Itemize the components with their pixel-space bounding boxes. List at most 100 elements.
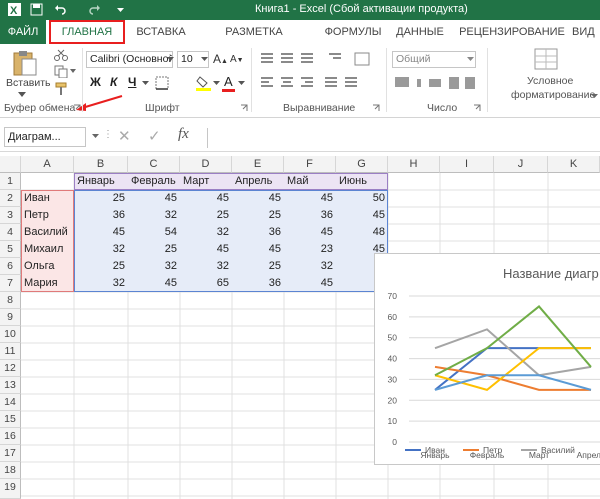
font-color-icon[interactable]: A xyxy=(224,74,233,89)
tab-formulas[interactable]: ФОРМУЛЫ xyxy=(320,20,386,44)
name-box-dropdown-icon[interactable] xyxy=(92,134,99,138)
row-header[interactable]: 7 xyxy=(0,275,21,292)
row-header[interactable]: 13 xyxy=(0,377,21,394)
tab-insert[interactable]: ВСТАВКА xyxy=(128,20,194,44)
table-value-cell[interactable]: 48 xyxy=(336,224,388,241)
conditional-formatting-label-2[interactable]: форматирование xyxy=(511,89,595,101)
table-value-cell[interactable]: 25 xyxy=(128,241,180,258)
table-value-cell[interactable]: 45 xyxy=(284,190,336,207)
table-header-cell[interactable]: Май xyxy=(284,173,336,190)
table-value-cell[interactable]: 45 xyxy=(128,275,180,292)
confirm-entry-icon[interactable]: ✓ xyxy=(148,127,161,145)
alignment-buttons-icon[interactable] xyxy=(259,51,379,97)
row-header[interactable]: 12 xyxy=(0,360,21,377)
row-header[interactable]: 6 xyxy=(0,258,21,275)
table-value-cell[interactable]: 45 xyxy=(232,241,284,258)
column-header-e[interactable]: E xyxy=(232,156,284,173)
table-name-cell[interactable]: Василий xyxy=(21,224,74,241)
number-launcher-icon[interactable] xyxy=(473,104,481,112)
underline-dropdown-icon[interactable] xyxy=(142,81,149,85)
table-value-cell[interactable]: 32 xyxy=(180,224,232,241)
row-header[interactable]: 16 xyxy=(0,428,21,445)
bold-button[interactable]: Ж xyxy=(90,75,101,89)
table-header-cell[interactable]: Апрель xyxy=(232,173,284,190)
table-value-cell[interactable]: 45 xyxy=(232,190,284,207)
number-format-select[interactable]: Общий xyxy=(392,51,476,68)
conditional-dropdown-icon[interactable] xyxy=(591,94,598,98)
table-value-cell[interactable]: 32 xyxy=(284,258,336,275)
format-painter-icon[interactable] xyxy=(54,82,68,95)
table-value-cell[interactable]: 54 xyxy=(128,224,180,241)
conditional-formatting-icon[interactable] xyxy=(533,47,561,73)
table-value-cell[interactable]: 45 xyxy=(74,224,128,241)
table-value-cell[interactable]: 36 xyxy=(232,275,284,292)
table-value-cell[interactable]: 23 xyxy=(284,241,336,258)
table-value-cell[interactable]: 25 xyxy=(232,258,284,275)
tab-file[interactable]: ФАЙЛ xyxy=(0,20,46,44)
row-header[interactable]: 18 xyxy=(0,462,21,479)
table-header-cell[interactable]: Июнь xyxy=(336,173,388,190)
table-value-cell[interactable]: 36 xyxy=(74,207,128,224)
row-header[interactable]: 10 xyxy=(0,326,21,343)
italic-button[interactable]: К xyxy=(110,75,117,89)
row-header[interactable]: 11 xyxy=(0,343,21,360)
underline-button[interactable]: Ч xyxy=(128,75,136,89)
row-header[interactable]: 5 xyxy=(0,241,21,258)
font-color-dropdown-icon[interactable] xyxy=(238,81,245,85)
row-header[interactable]: 9 xyxy=(0,309,21,326)
table-name-cell[interactable]: Иван xyxy=(21,190,74,207)
table-value-cell[interactable]: 25 xyxy=(74,258,128,275)
table-name-cell[interactable]: Петр xyxy=(21,207,74,224)
fill-color-icon[interactable] xyxy=(196,75,212,91)
row-header[interactable]: 15 xyxy=(0,411,21,428)
table-value-cell[interactable]: 25 xyxy=(180,207,232,224)
paste-icon[interactable] xyxy=(10,50,38,76)
save-icon[interactable] xyxy=(30,3,43,16)
paste-label[interactable]: Вставить xyxy=(6,77,51,89)
chart-title[interactable]: Название диагр xyxy=(503,266,599,281)
table-value-cell[interactable]: 45 xyxy=(336,207,388,224)
table-header-cell[interactable]: Февраль xyxy=(128,173,180,190)
decrease-font-size-icon[interactable]: A▼ xyxy=(230,54,244,65)
table-value-cell[interactable]: 45 xyxy=(284,224,336,241)
formula-input[interactable] xyxy=(207,128,600,148)
font-name-dropdown-icon[interactable] xyxy=(167,57,174,61)
table-name-cell[interactable]: Михаил xyxy=(21,241,74,258)
column-header-d[interactable]: D xyxy=(180,156,232,173)
cancel-entry-icon[interactable]: ✕ xyxy=(118,127,131,145)
table-value-cell[interactable]: 36 xyxy=(284,207,336,224)
paste-dropdown-icon[interactable] xyxy=(18,92,26,97)
table-header-cell[interactable]: Март xyxy=(180,173,232,190)
table-value-cell[interactable]: 25 xyxy=(74,190,128,207)
column-header-k[interactable]: K xyxy=(548,156,600,173)
quick-access-menu-icon[interactable] xyxy=(114,3,127,16)
redo-icon[interactable] xyxy=(88,3,101,16)
column-header-b[interactable]: B xyxy=(74,156,128,173)
table-value-cell[interactable]: 45 xyxy=(180,241,232,258)
cut-icon[interactable] xyxy=(54,49,68,61)
name-box[interactable]: Диаграм... xyxy=(4,127,86,147)
tab-home[interactable]: ГЛАВНАЯ xyxy=(49,20,125,44)
conditional-formatting-label-1[interactable]: Условное xyxy=(527,75,573,87)
copy-icon[interactable] xyxy=(54,65,68,78)
row-header[interactable]: 8 xyxy=(0,292,21,309)
borders-icon[interactable] xyxy=(155,76,171,90)
row-header[interactable]: 14 xyxy=(0,394,21,411)
tab-page-layout[interactable]: РАЗМЕТКА СТРАНИЦЫ xyxy=(194,20,314,62)
row-header[interactable]: 2 xyxy=(0,190,21,207)
table-name-cell[interactable]: Ольга xyxy=(21,258,74,275)
table-value-cell[interactable]: 65 xyxy=(180,275,232,292)
column-header-f[interactable]: F xyxy=(284,156,336,173)
table-value-cell[interactable]: 45 xyxy=(180,190,232,207)
row-header[interactable]: 3 xyxy=(0,207,21,224)
table-value-cell[interactable]: 32 xyxy=(74,241,128,258)
table-value-cell[interactable]: 32 xyxy=(180,258,232,275)
table-value-cell[interactable]: 36 xyxy=(232,224,284,241)
number-format-buttons-icon[interactable] xyxy=(393,73,479,95)
table-value-cell[interactable]: 45 xyxy=(284,275,336,292)
table-value-cell[interactable]: 25 xyxy=(232,207,284,224)
fill-color-dropdown-icon[interactable] xyxy=(213,81,220,85)
table-value-cell[interactable]: 32 xyxy=(128,258,180,275)
row-header[interactable]: 17 xyxy=(0,445,21,462)
column-header-h[interactable]: H xyxy=(388,156,440,173)
